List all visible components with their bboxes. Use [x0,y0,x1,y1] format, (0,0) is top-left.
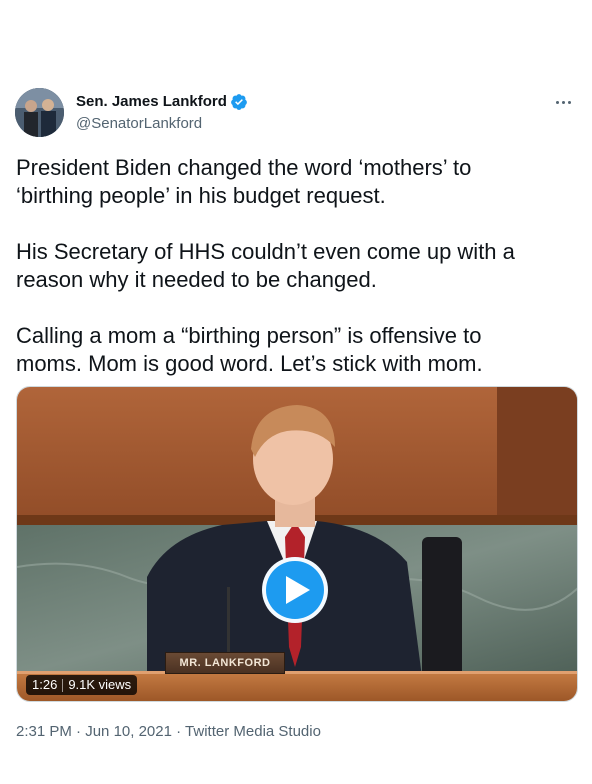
divider [62,678,64,692]
avatar[interactable] [15,88,64,137]
tweet-footer: 2:31 PM · Jun 10, 2021 · Twitter Media S… [16,722,321,742]
more-options-icon[interactable] [550,94,576,110]
separator: · [76,723,82,740]
video-thumbnail [17,387,577,701]
verified-badge-icon [230,93,248,111]
nameplate: MR. LANKFORD [165,652,285,674]
video-meta: 1:26 9.1K views [26,675,138,695]
handle[interactable]: @SenatorLankford [76,114,248,134]
view-count: 9.1K views [68,677,132,692]
video-player[interactable]: MR. LANKFORD 1:26 9.1K views [16,386,578,702]
play-icon[interactable] [262,557,328,623]
author-info: Sen. James Lankford @SenatorLankford [76,92,248,134]
tweet-text: President Biden changed the word ‘mother… [16,155,515,376]
separator: · [176,723,182,740]
tweet-time[interactable]: 2:31 PM [16,723,72,740]
tweet-card: Sen. James Lankford @SenatorLankford Pre… [0,0,592,784]
tweet-source[interactable]: Twitter Media Studio [185,723,321,740]
video-duration: 1:26 [32,677,58,692]
tweet-date[interactable]: Jun 10, 2021 [85,723,172,740]
display-name[interactable]: Sen. James Lankford [76,92,227,112]
